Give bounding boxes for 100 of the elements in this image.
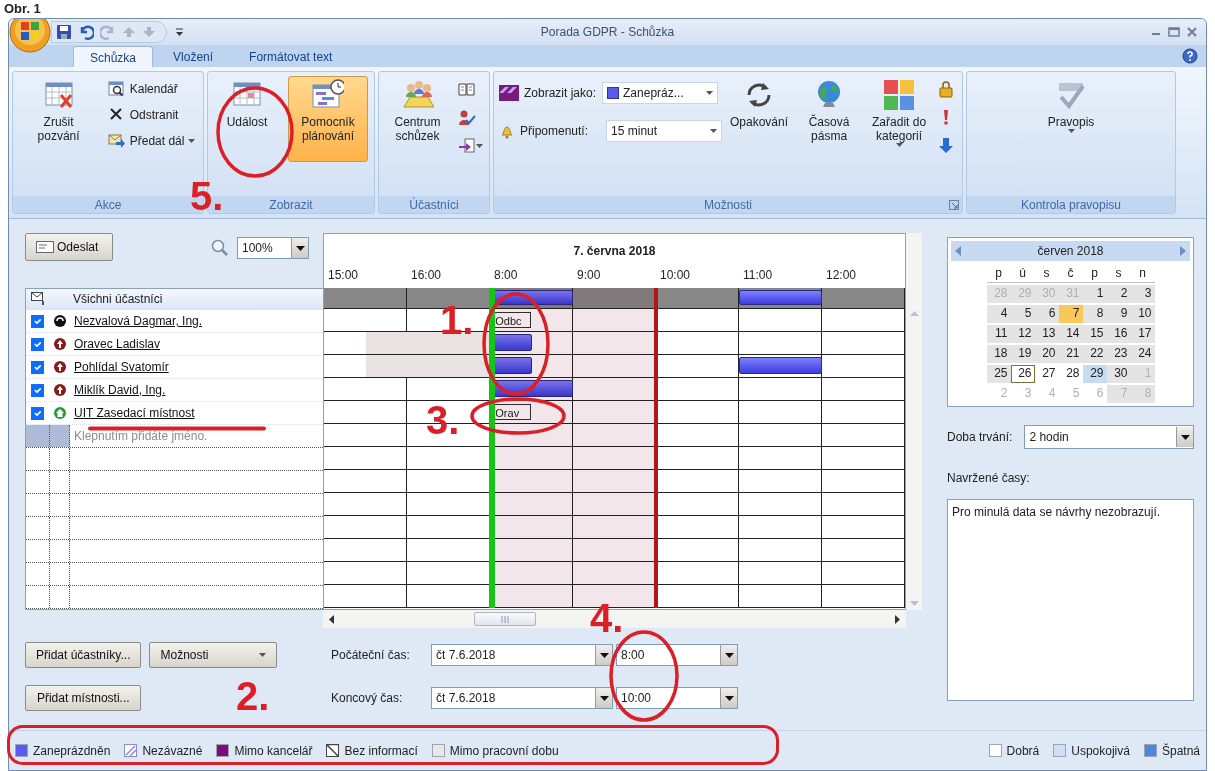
undo-icon[interactable] [78, 24, 94, 40]
calendar-search-icon [107, 80, 126, 98]
calendar-day[interactable]: 20 [1034, 345, 1059, 363]
hour-label: 10:00 [659, 268, 691, 282]
calendar-day[interactable]: 10 [1130, 305, 1155, 323]
checkbox[interactable] [31, 360, 44, 374]
save-icon[interactable] [56, 24, 72, 40]
calendar-day[interactable]: 18 [986, 345, 1011, 363]
person-check-icon[interactable] [458, 109, 476, 127]
date-field[interactable]: čt 7.6.2018 [431, 687, 613, 709]
calendar-day[interactable]: 17 [1130, 325, 1155, 343]
calendar-day[interactable]: 12 [1010, 325, 1035, 343]
ribbon-button[interactable]: Pomocník plánování [288, 76, 368, 162]
duration-dropdown[interactable]: 2 hodin [1024, 425, 1194, 449]
annotation-number: 4. [590, 598, 624, 638]
dropdown-arrow-icon[interactable] [724, 695, 734, 701]
scroll-right-icon[interactable] [895, 614, 900, 624]
time-field[interactable]: 8:00 [616, 644, 738, 666]
customize-caret-icon[interactable] [175, 27, 184, 37]
calendar-day[interactable]: 24 [1130, 345, 1155, 363]
previous-month-icon[interactable] [955, 246, 961, 256]
dropdown-arrow-icon[interactable] [1180, 434, 1190, 440]
ribbon-button[interactable]: Událost [214, 76, 280, 162]
calendar-day[interactable]: 23 [1106, 345, 1131, 363]
time-field[interactable]: 10:00 [616, 687, 738, 709]
ribbon-button[interactable]: Odstranit [105, 104, 198, 126]
caret-icon [895, 143, 903, 147]
attendee-name[interactable]: Pohlídal Svatomír [70, 358, 169, 376]
magnifier-icon [211, 239, 229, 257]
zoom-dropdown[interactable]: 100% [237, 237, 309, 259]
calendar-day[interactable]: 8 [1082, 305, 1107, 323]
calendar-day[interactable]: 29 [1082, 365, 1107, 383]
attendee-name[interactable]: Miklík David, Ing. [70, 381, 166, 399]
dropdown-field[interactable]: Zanepráz... [602, 82, 719, 104]
add-rooms-button[interactable]: Přidat místnosti... [25, 685, 142, 711]
attendee-name[interactable]: UIT Zasedací místnost [70, 404, 195, 422]
checkbox[interactable] [31, 337, 44, 351]
ribbon-tab[interactable]: Formátovat text [233, 46, 349, 67]
close-button[interactable] [1186, 26, 1198, 38]
calendar-day[interactable]: 5 [1010, 305, 1035, 323]
ribbon-button[interactable]: Předat dál [105, 130, 198, 152]
caret-icon [259, 653, 267, 657]
calendar-day[interactable]: 25 [986, 365, 1011, 383]
add-attendees-button[interactable]: Přidat účastníky... [25, 642, 142, 668]
dropdown-arrow-icon[interactable] [599, 652, 609, 658]
checkbox[interactable] [31, 314, 44, 328]
calendar-day[interactable]: 2 [1106, 285, 1131, 303]
calendar-day[interactable]: 16 [1106, 325, 1131, 343]
calendar-day[interactable]: 22 [1082, 345, 1107, 363]
name-input-field[interactable]: Klepnutím přidáte jméno. [70, 425, 323, 447]
dropdown-arrow-icon[interactable] [599, 695, 609, 701]
envelope-icon [36, 241, 54, 253]
checkbox[interactable] [31, 383, 44, 397]
calendar-day[interactable]: 7 [1058, 305, 1083, 323]
ribbon-button[interactable]: Zařadit do kategorií [866, 76, 933, 162]
send-button[interactable]: Odeslat [25, 233, 114, 261]
calendar-cross-icon [42, 79, 75, 111]
calendar-day[interactable]: 15 [1082, 325, 1107, 343]
calendar-day[interactable]: 11 [986, 325, 1011, 343]
calendar-day[interactable]: 9 [1106, 305, 1131, 323]
dropdown-arrow-icon[interactable] [295, 245, 305, 251]
ribbon-button[interactable]: Časová pásma [796, 76, 863, 162]
dropdown-field[interactable]: 15 minut [606, 120, 723, 142]
maximize-button[interactable] [1168, 26, 1180, 38]
calendar-day[interactable]: 6 [1034, 305, 1059, 323]
calendar-day[interactable]: 26 [1010, 365, 1035, 383]
options-button[interactable]: Možnosti [149, 642, 278, 668]
people-icon [401, 79, 434, 111]
envelope-sort-icon[interactable] [30, 292, 45, 306]
help-icon[interactable] [1182, 48, 1198, 64]
dropdown-arrow-icon[interactable] [724, 652, 734, 658]
next-month-icon[interactable] [1180, 246, 1186, 256]
calendar-day[interactable]: 30 [1106, 365, 1131, 383]
calendar-day[interactable]: 4 [986, 305, 1011, 323]
calendar-day[interactable]: 3 [1130, 285, 1155, 303]
checkbox[interactable] [31, 406, 44, 420]
field-label: Připomenutí: [520, 123, 589, 140]
caret-icon [188, 139, 196, 143]
calendar-day[interactable]: 13 [1034, 325, 1059, 343]
book-icon[interactable] [458, 81, 476, 99]
dialog-launcher-icon[interactable] [949, 200, 959, 210]
field-label: Doba trvání: [947, 429, 1013, 446]
ribbon-tab[interactable]: Schůzka [73, 46, 154, 67]
calendar-day[interactable]: 19 [1010, 345, 1035, 363]
attendee-name[interactable]: Nezvalová Dagmar, Ing. [70, 312, 203, 330]
calendar-day[interactable]: 14 [1058, 325, 1083, 343]
ribbon-button[interactable]: Centrum schůzek [383, 76, 452, 162]
ribbon-button[interactable]: Opakování [726, 76, 793, 162]
date-field[interactable]: čt 7.6.2018 [431, 644, 613, 666]
scroll-left-icon[interactable] [329, 614, 334, 624]
ribbon-button[interactable]: Kalendář [105, 78, 198, 100]
scrollbar-thumb[interactable] [474, 612, 536, 626]
calendar-day[interactable]: 1 [1082, 285, 1107, 303]
attendee-name[interactable]: Oravec Ladislav [70, 335, 161, 353]
ribbon-button[interactable]: Zrušit pozvání [18, 76, 99, 162]
ribbon-button[interactable]: Pravopis [1038, 76, 1104, 162]
hour-label: 11:00 [742, 268, 773, 282]
ribbon-tab[interactable]: Vložení [157, 46, 230, 67]
calendar-day[interactable]: 21 [1058, 345, 1083, 363]
hour-label: 9:00 [576, 268, 601, 282]
